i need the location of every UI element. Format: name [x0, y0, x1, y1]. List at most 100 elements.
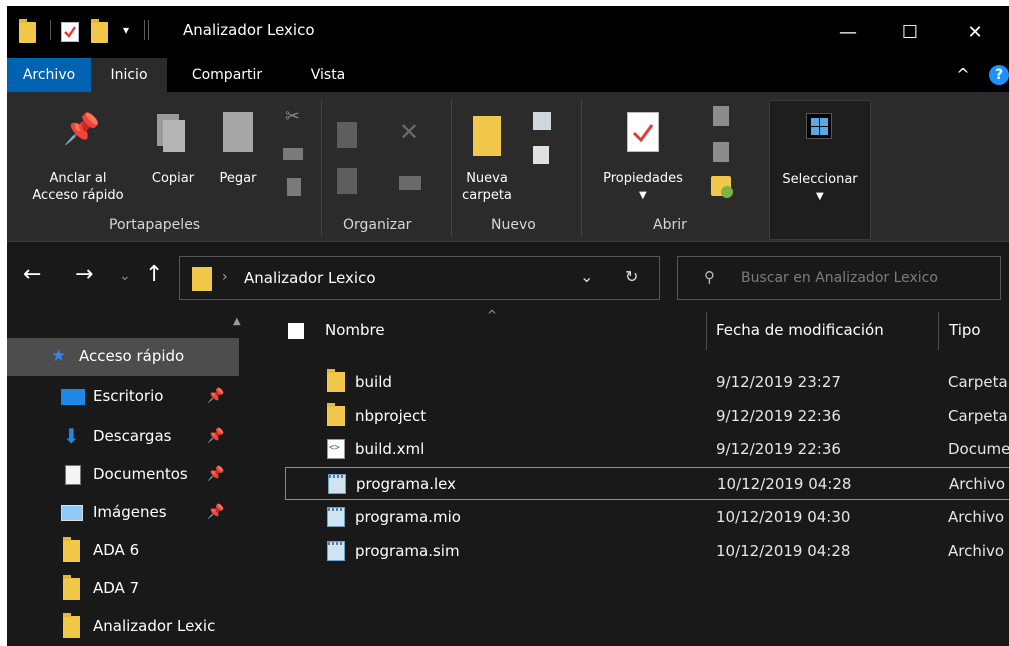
table-row[interactable]: build 9/12/2019 23:27 Carpeta	[285, 366, 1009, 399]
column-header-modified[interactable]: Fecha de modificación	[716, 321, 884, 339]
column-header-type[interactable]: Tipo	[949, 321, 981, 339]
divider	[50, 20, 51, 40]
sidebar-item-documentos[interactable]: Documentos 📌	[7, 456, 239, 494]
pin-icon[interactable]: 📌	[207, 388, 224, 404]
sidebar-item-ada-6[interactable]: ADA 6	[7, 532, 239, 570]
tab-vista[interactable]: Vista	[287, 58, 369, 92]
rename-icon[interactable]	[399, 176, 421, 190]
paste-button[interactable]: Pegar	[212, 170, 264, 187]
copy-path-icon[interactable]	[283, 148, 303, 160]
sidebar-item-label: ADA 6	[93, 541, 140, 559]
file-modified: 10/12/2019 04:28	[717, 475, 852, 493]
address-bar[interactable]: › Analizador Lexico ⌄ ↻	[179, 256, 660, 300]
open-icon[interactable]	[713, 106, 729, 126]
file-type: Archivo	[948, 508, 1005, 526]
sidebar-item-label: Acceso rápido	[79, 347, 185, 365]
pin-icon[interactable]: 📌	[207, 428, 224, 444]
file-type: Archivo	[948, 542, 1005, 560]
cut-icon[interactable]: ✂	[285, 106, 300, 127]
file-name: build	[355, 373, 392, 391]
maximize-button[interactable]: ☐	[878, 6, 942, 58]
up-button[interactable]: ↑	[145, 262, 163, 287]
tab-archivo[interactable]: Archivo	[7, 58, 91, 92]
chevron-down-icon[interactable]: ⌄	[580, 267, 593, 286]
pin-icon[interactable]: 📌	[207, 504, 224, 520]
column-divider[interactable]	[706, 312, 707, 350]
column-header-name[interactable]: Nombre	[325, 321, 385, 339]
tab-compartir[interactable]: Compartir	[167, 58, 287, 92]
sidebar-item-escritorio[interactable]: Escritorio 📌	[7, 378, 239, 416]
search-input[interactable]: ⚲ Buscar en Analizador Lexico	[677, 256, 1001, 300]
folder-icon	[63, 613, 80, 638]
new-folder-icon[interactable]	[91, 19, 108, 43]
window-title: Analizador Lexico	[183, 21, 315, 39]
pin-icon[interactable]: 📌	[207, 466, 224, 482]
table-row[interactable]: programa.sim 10/12/2019 04:28 Archivo	[285, 535, 1009, 568]
group-label-organizar: Organizar	[343, 217, 412, 233]
table-row[interactable]: build.xml 9/12/2019 22:36 Documento	[285, 433, 1009, 466]
sidebar-item-descargas[interactable]: ⬇ Descargas 📌	[7, 418, 239, 456]
file-name: programa.lex	[356, 475, 456, 493]
sidebar-item-ada-7[interactable]: ADA 7	[7, 570, 239, 608]
help-icon[interactable]: ?	[989, 65, 1009, 85]
minimize-button[interactable]: —	[816, 6, 880, 58]
folder-icon	[327, 403, 345, 426]
ribbon: 📌 Anclar al Acceso rápido Copiar Pegar ✂…	[7, 92, 1009, 242]
properties-button[interactable]: Propiedades	[591, 170, 695, 187]
star-icon: ★	[51, 346, 67, 366]
sidebar-item-label: Imágenes	[93, 503, 167, 521]
copy-to-icon[interactable]	[337, 168, 357, 194]
file-modified: 9/12/2019 23:27	[716, 373, 841, 391]
file-name: build.xml	[355, 440, 425, 458]
sidebar-item-acceso-rapido[interactable]: ★ Acceso rápido	[7, 338, 239, 376]
divider	[148, 20, 149, 40]
table-row[interactable]: programa.mio 10/12/2019 04:30 Archivo	[285, 501, 1009, 534]
pictures-icon	[61, 505, 83, 521]
sidebar-item-analizador-lexico[interactable]: Analizador Lexic	[7, 608, 239, 646]
paste-icon	[223, 112, 253, 152]
select-all-checkbox[interactable]	[288, 323, 304, 339]
select-icon	[806, 113, 832, 139]
forward-button[interactable]: →	[75, 262, 93, 287]
edit-icon[interactable]	[713, 142, 729, 162]
collapse-ribbon-icon[interactable]: ^	[951, 58, 975, 92]
move-to-icon[interactable]	[337, 122, 357, 148]
navigation-bar: ← → ⌄ ↑ › Analizador Lexico ⌄ ↻ ⚲ Buscar…	[7, 242, 1009, 306]
download-icon: ⬇	[63, 424, 80, 448]
paste-shortcut-icon[interactable]	[287, 178, 301, 196]
recent-locations-icon[interactable]: ⌄	[119, 268, 131, 284]
new-folder-button[interactable]: Nueva carpeta	[457, 170, 517, 204]
group-label-portapapeles: Portapapeles	[109, 217, 201, 233]
breadcrumb[interactable]: Analizador Lexico	[244, 269, 376, 287]
history-icon[interactable]	[711, 176, 733, 198]
file-modified: 9/12/2019 22:36	[716, 407, 841, 425]
easy-access-icon[interactable]	[533, 146, 549, 164]
sidebar-item-label: Analizador Lexic	[93, 617, 216, 635]
file-list: ^ Nombre Fecha de modificación Tipo buil…	[269, 306, 1009, 646]
divider	[581, 100, 582, 236]
scroll-up-icon[interactable]: ▲	[233, 316, 241, 327]
divider	[321, 100, 322, 236]
select-group[interactable]: Seleccionar ▼	[769, 100, 871, 240]
back-button[interactable]: ←	[23, 262, 41, 287]
sidebar-item-label: Escritorio	[93, 387, 164, 405]
sidebar-item-label: ADA 7	[93, 579, 140, 597]
tab-inicio[interactable]: Inicio	[91, 58, 167, 92]
sidebar-item-imagenes[interactable]: Imágenes 📌	[7, 494, 239, 532]
table-row[interactable]: programa.lex 10/12/2019 04:28 Archivo	[285, 467, 1009, 500]
pin-to-quick-access-button[interactable]: Anclar al Acceso rápido	[13, 170, 143, 204]
xml-file-icon	[327, 439, 345, 459]
properties-icon[interactable]	[61, 22, 79, 42]
table-row[interactable]: nbproject 9/12/2019 22:36 Carpeta	[285, 400, 1009, 433]
column-divider[interactable]	[938, 312, 939, 350]
copy-button[interactable]: Copiar	[145, 170, 201, 187]
sidebar-item-label: Documentos	[93, 465, 188, 483]
new-item-icon[interactable]	[533, 112, 551, 130]
quick-access-dropdown-icon[interactable]: ▾	[123, 23, 129, 37]
delete-icon[interactable]: ✕	[399, 118, 419, 146]
refresh-icon[interactable]: ↻	[625, 267, 638, 286]
chevron-down-icon[interactable]: ▼	[639, 190, 647, 201]
chevron-down-icon: ▼	[816, 191, 824, 202]
close-button[interactable]: ✕	[943, 6, 1007, 58]
pin-icon: 📌	[63, 112, 101, 147]
